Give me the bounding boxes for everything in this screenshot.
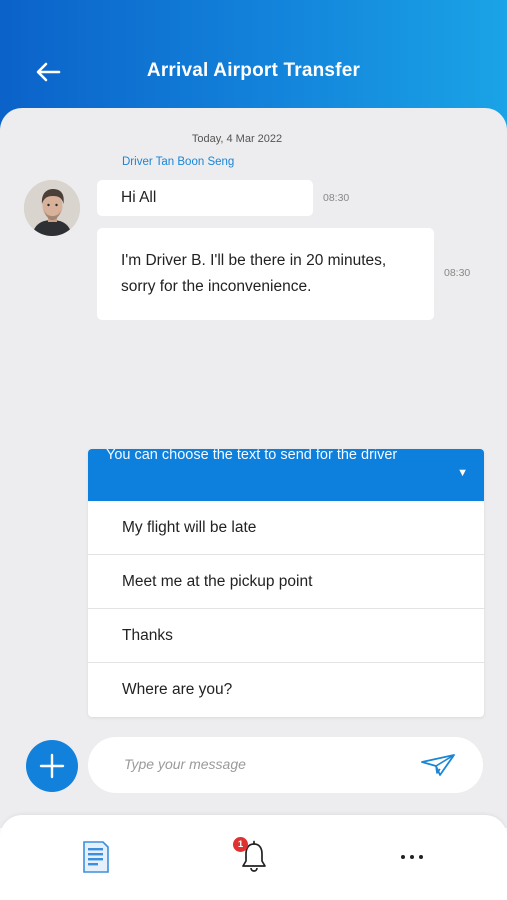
message-time: 08:30 bbox=[444, 267, 471, 279]
tab-notifications[interactable]: 1 bbox=[229, 835, 279, 879]
message-input[interactable] bbox=[124, 751, 414, 777]
sender-name: Driver Tan Boon Seng bbox=[122, 156, 235, 168]
quick-reply-header-label: You can choose the text to send for the … bbox=[106, 449, 398, 463]
bottom-navigation: 1 bbox=[0, 815, 507, 900]
quick-reply-dropdown: You can choose the text to send for the … bbox=[88, 449, 484, 717]
notification-badge: 1 bbox=[233, 837, 248, 852]
add-attachment-button[interactable] bbox=[26, 740, 78, 792]
message-bubble: I'm Driver B. I'll be there in 20 minute… bbox=[97, 228, 434, 320]
tab-more[interactable] bbox=[387, 835, 437, 879]
tab-documents[interactable] bbox=[71, 835, 121, 879]
caret-down-icon: ▼ bbox=[457, 467, 468, 479]
send-button[interactable] bbox=[418, 750, 458, 780]
date-separator: Today, 4 Mar 2022 bbox=[191, 133, 283, 145]
quick-reply-header[interactable]: You can choose the text to send for the … bbox=[88, 449, 484, 501]
page-title: Arrival Airport Transfer bbox=[146, 60, 361, 81]
quick-reply-option[interactable]: Meet me at the pickup point bbox=[88, 555, 484, 609]
quick-reply-option[interactable]: Thanks bbox=[88, 609, 484, 663]
more-icon bbox=[401, 855, 423, 859]
quick-reply-option[interactable]: Where are you? bbox=[88, 663, 484, 717]
message-bubble: Hi All bbox=[97, 180, 313, 216]
paper-plane-icon bbox=[421, 754, 455, 776]
message-time: 08:30 bbox=[323, 192, 350, 204]
quick-reply-list: My flight will be late Meet me at the pi… bbox=[88, 501, 484, 717]
driver-avatar bbox=[24, 180, 80, 236]
quick-reply-option[interactable]: My flight will be late bbox=[88, 501, 484, 555]
document-icon bbox=[83, 841, 109, 873]
message-composer bbox=[88, 737, 483, 793]
plus-icon bbox=[39, 753, 65, 779]
